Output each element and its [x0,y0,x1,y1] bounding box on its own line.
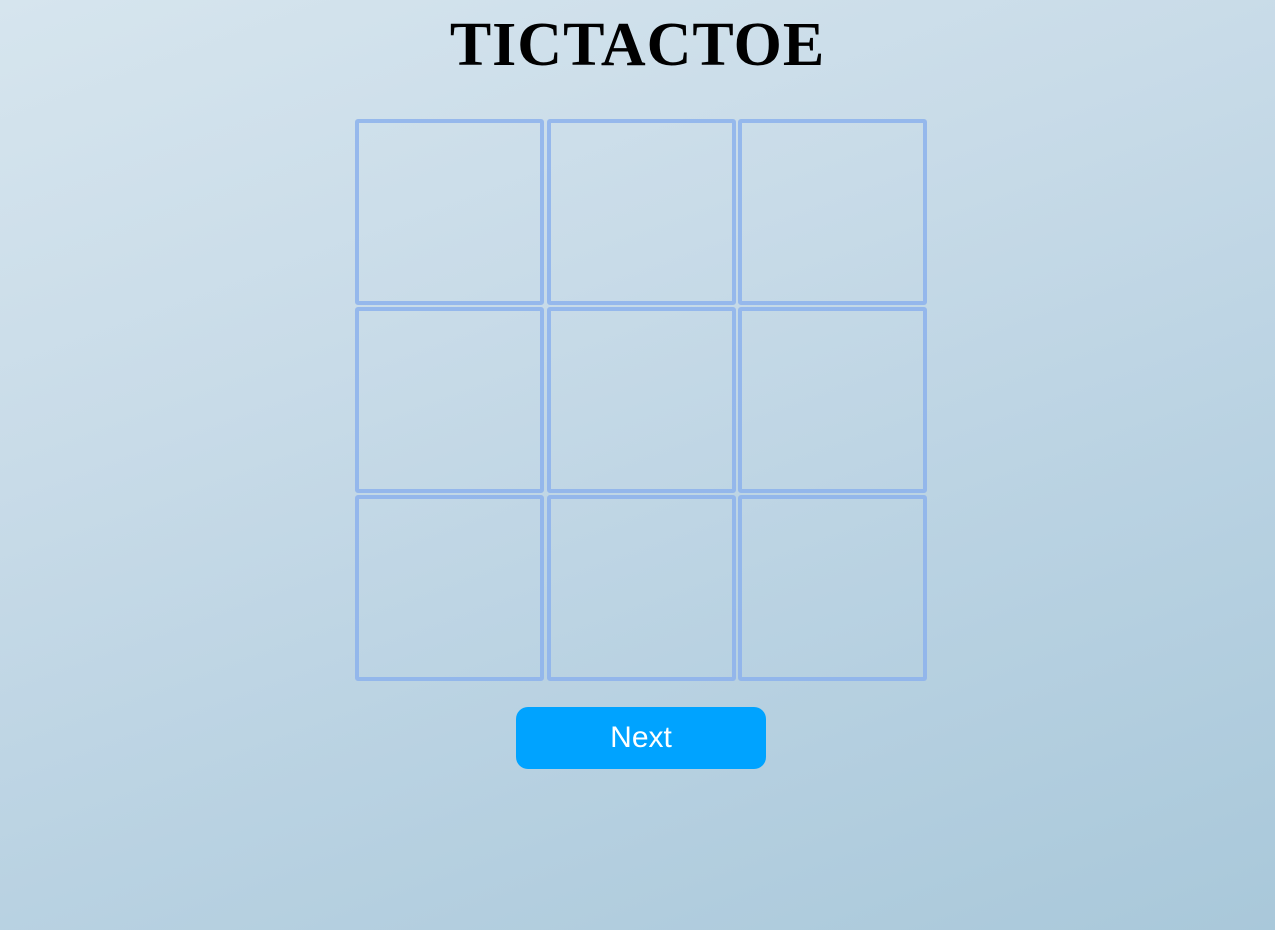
cell-7[interactable] [355,495,544,681]
cell-3[interactable] [738,119,927,305]
cell-5[interactable] [547,307,736,493]
cell-9[interactable] [738,495,927,681]
game-board [355,119,928,681]
cell-6[interactable] [738,307,927,493]
cell-8[interactable] [547,495,736,681]
next-button[interactable]: Next [516,707,766,769]
game-title: TICTACTOE [449,11,826,79]
cell-2[interactable] [547,119,736,305]
cell-1[interactable] [355,119,544,305]
cell-4[interactable] [355,307,544,493]
